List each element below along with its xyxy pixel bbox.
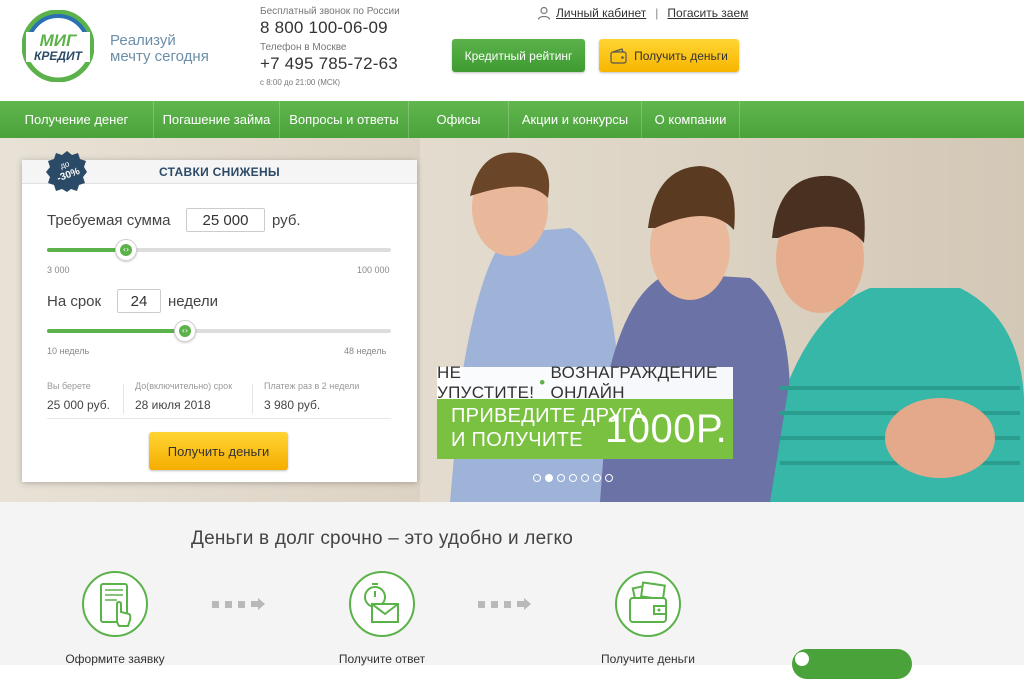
repay-loan-link[interactable]: Погасить заем: [667, 6, 748, 20]
slogan: Реализуй мечту сегодня: [110, 33, 209, 65]
calculator-button-label: Получить деньги: [167, 443, 270, 459]
amount-unit: руб.: [272, 212, 301, 229]
credit-rating-label: Кредитный рейтинг: [464, 48, 573, 63]
online-chat-toggle[interactable]: [792, 649, 912, 679]
nav-label: О компании: [654, 112, 727, 127]
amount-label: Требуемая сумма: [47, 212, 171, 229]
step-label: Получите деньги: [601, 652, 695, 666]
logo-text-top: МИГ: [40, 31, 78, 50]
slider-dot[interactable]: [569, 474, 577, 482]
slider-dot[interactable]: [581, 474, 589, 482]
tablet-hand-icon: [82, 571, 148, 637]
summary-value: 3 980 руб.: [264, 398, 321, 412]
header-get-money-label: Получить деньги: [634, 48, 728, 63]
amount-min: 3 000: [47, 265, 70, 275]
main-nav: Получение денег Погашение займа Вопросы …: [0, 101, 1024, 138]
user-icon: [537, 6, 551, 20]
term-slider-fill: [47, 329, 185, 333]
personal-cabinet-link[interactable]: Личный кабинет: [556, 6, 646, 20]
summary-due-date: До(включительно) срок 28 июля 2018: [135, 381, 232, 412]
term-min: 10 недель: [47, 346, 90, 356]
site-header: МИГ КРЕДИТ Реализуй мечту сегодня Беспла…: [0, 0, 1024, 101]
arrow-right-icon: [517, 598, 531, 610]
moscow-phone-label: Телефон в Москве: [260, 42, 347, 53]
nav-item-faq[interactable]: Вопросы и ответы: [280, 101, 409, 138]
calculator-get-money-button[interactable]: Получить деньги: [149, 432, 288, 470]
term-max: 48 недель: [344, 346, 387, 356]
term-label: На срок: [47, 293, 102, 310]
amount-slider-track[interactable]: [47, 248, 391, 252]
slogan-line1: Реализуй: [110, 32, 176, 49]
slider-dots: [533, 474, 617, 482]
amount-max: 100 000: [357, 265, 390, 275]
logo-text-bottom: КРЕДИТ: [34, 49, 84, 63]
slider-dot[interactable]: [605, 474, 613, 482]
free-call-label: Бесплатный звонок по России: [260, 6, 400, 17]
summary-divider: [123, 384, 124, 414]
nav-label: Офисы: [436, 112, 481, 127]
summary-amount: Вы берете 25 000 руб.: [47, 381, 110, 412]
calculator-title: СТАВКИ СНИЖЕНЫ: [159, 164, 280, 179]
credit-rating-button[interactable]: Кредитный рейтинг: [452, 39, 585, 72]
arrow-right-icon: [251, 598, 265, 610]
summary-payment: Платеж раз в 2 недели 3 980 руб.: [264, 381, 359, 412]
slogan-line2: мечту сегодня: [110, 48, 209, 65]
amount-input[interactable]: 25 000: [186, 208, 265, 232]
term-slider-handle[interactable]: ‹›: [174, 320, 196, 342]
nav-label: Получение денег: [24, 112, 129, 127]
term-unit: недели: [168, 293, 219, 310]
slider-dot[interactable]: [557, 474, 565, 482]
promo-reward-online: ВОЗНАГРАЖДЕНИЕ ОНЛАЙН: [550, 363, 718, 402]
calculator-divider: [47, 418, 391, 419]
term-slider-track[interactable]: [47, 329, 391, 333]
summary-value: 25 000 руб.: [47, 398, 110, 412]
promo-green-line2: И ПОЛУЧИТЕ: [451, 429, 583, 451]
summary-key: Вы берете: [47, 381, 91, 391]
nav-item-offices[interactable]: Офисы: [409, 101, 509, 138]
summary-value: 28 июля 2018: [135, 398, 211, 412]
nav-item-get-money[interactable]: Получение денег: [0, 101, 154, 138]
promo-banner-green[interactable]: ПРИВЕДИТЕ ДРУГА И ПОЛУЧИТЕ 1000Р.: [437, 399, 733, 459]
step-label: Оформите заявку: [65, 652, 165, 666]
nav-item-repay[interactable]: Погашение займа: [154, 101, 280, 138]
phone-block: Бесплатный звонок по России 8 800 100-06…: [260, 6, 400, 87]
slider-dot[interactable]: [545, 474, 553, 482]
nav-item-promos[interactable]: Акции и конкурсы: [509, 101, 642, 138]
term-input[interactable]: 24: [117, 289, 161, 313]
slider-dot[interactable]: [533, 474, 541, 482]
mig-credit-logo[interactable]: МИГ КРЕДИТ: [22, 10, 94, 82]
link-separator: |: [655, 6, 659, 20]
summary-key: До(включительно) срок: [135, 381, 233, 391]
top-links: Личный кабинет | Погасить заем: [537, 6, 748, 20]
summary-key: Платеж раз в 2 недели: [264, 381, 360, 391]
nav-label: Вопросы и ответы: [289, 112, 399, 127]
nav-item-about[interactable]: О компании: [642, 101, 740, 138]
step-arrow: [212, 598, 265, 610]
promo-amount: 1000Р.: [605, 407, 728, 451]
wallet-icon: [610, 47, 627, 64]
free-call-number[interactable]: 8 800 100-06-09: [260, 18, 400, 38]
section-heading: Деньги в долг срочно – это удобно и легк…: [191, 528, 573, 549]
how-it-works-section: Деньги в долг срочно – это удобно и легк…: [0, 502, 1024, 679]
loan-calculator: СТАВКИ СНИЖЕНЫ Требуемая сумма 25 000 ру…: [22, 160, 417, 482]
promo-dot: •: [539, 373, 546, 392]
promo-banner-top: НЕ УПУСТИТЕ! • ВОЗНАГРАЖДЕНИЕ ОНЛАЙН: [437, 363, 733, 402]
step-label: Получите ответ: [338, 652, 426, 666]
summary-divider: [252, 384, 253, 414]
wallet-cash-icon: [615, 571, 681, 637]
slider-dot[interactable]: [593, 474, 601, 482]
header-get-money-button[interactable]: Получить деньги: [599, 39, 739, 72]
moscow-phone-number[interactable]: +7 495 785-72-63: [260, 54, 400, 74]
discount-badge: до -30%: [46, 151, 87, 192]
promo-dont-miss: НЕ УПУСТИТЕ!: [437, 363, 535, 402]
amount-slider-handle[interactable]: ‹›: [115, 239, 137, 261]
step-arrow: [478, 598, 531, 610]
nav-label: Акции и конкурсы: [521, 112, 629, 127]
working-hours: с 8:00 до 21:00 (МСК): [260, 78, 341, 87]
nav-label: Погашение займа: [162, 112, 271, 127]
stopwatch-envelope-icon: [349, 571, 415, 637]
